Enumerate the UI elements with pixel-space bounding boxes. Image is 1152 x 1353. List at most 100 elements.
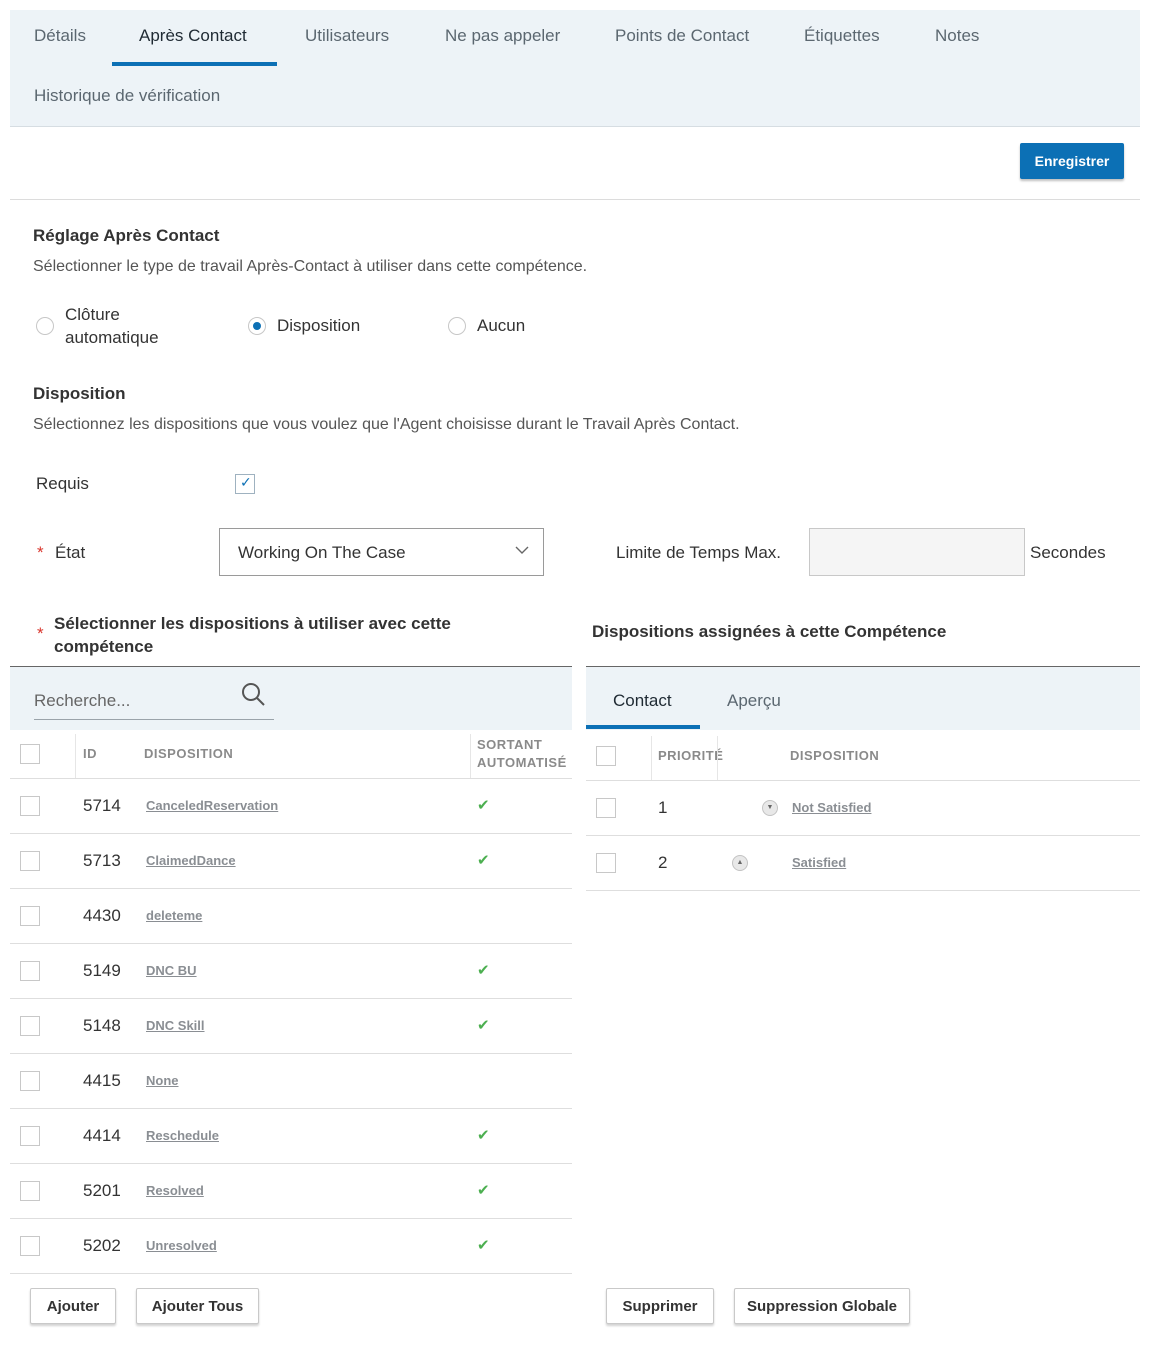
assigned-disposition-link[interactable]: Satisfied bbox=[792, 855, 846, 870]
row-checkbox[interactable] bbox=[20, 1181, 40, 1201]
disposition-link[interactable]: Unresolved bbox=[146, 1238, 217, 1253]
row-checkbox[interactable] bbox=[20, 1236, 40, 1256]
tab-audit-history[interactable]: Historique de vérification bbox=[34, 86, 220, 106]
disposition-id: 5149 bbox=[83, 961, 121, 980]
check-icon: ✔ bbox=[477, 1126, 490, 1144]
row-divider bbox=[10, 778, 572, 779]
radio-none-label[interactable]: Aucun bbox=[477, 314, 525, 337]
assigned-disposition-link[interactable]: Not Satisfied bbox=[792, 800, 871, 815]
disposition-id: 4415 bbox=[83, 1071, 121, 1090]
row-checkbox[interactable] bbox=[596, 853, 616, 873]
available-select-all-checkbox[interactable] bbox=[20, 744, 40, 764]
column-header-auto-outbound[interactable]: SORTANT AUTOMATISÉ bbox=[477, 736, 567, 772]
required-label: Requis bbox=[36, 474, 89, 493]
assigned-tab-bar: Contact Aperçu bbox=[586, 666, 1140, 730]
radio-auto-close-label-line2: automatique bbox=[65, 328, 159, 347]
delete-button[interactable]: Supprimer bbox=[606, 1288, 714, 1324]
tab-contact[interactable]: Contact bbox=[613, 691, 672, 711]
disposition-id: 5713 bbox=[83, 851, 121, 870]
triangle-down-icon: ▼ bbox=[766, 804, 774, 811]
row-divider bbox=[586, 890, 1140, 891]
assigned-panel-title: Dispositions assignées à cette Compétenc… bbox=[592, 622, 947, 641]
disposition-link[interactable]: DNC Skill bbox=[146, 1018, 205, 1033]
move-up-icon[interactable]: ▲ bbox=[732, 855, 748, 871]
tab-contact-points[interactable]: Points de Contact bbox=[615, 26, 749, 46]
state-select[interactable]: Working On The Case bbox=[219, 528, 544, 576]
disposition-id: 4414 bbox=[83, 1126, 121, 1145]
priority-value: 1 bbox=[658, 798, 668, 817]
column-header-disposition[interactable]: DISPOSITION bbox=[144, 745, 233, 763]
add-all-button[interactable]: Ajouter Tous bbox=[136, 1288, 259, 1324]
state-select-value: Working On The Case bbox=[238, 543, 406, 562]
row-checkbox[interactable] bbox=[20, 1016, 40, 1036]
disposition-id: 5202 bbox=[83, 1236, 121, 1255]
row-divider bbox=[586, 835, 1140, 836]
add-button[interactable]: Ajouter bbox=[30, 1288, 116, 1324]
tab-after-contact[interactable]: Après Contact bbox=[139, 26, 247, 46]
available-search-bar bbox=[10, 666, 572, 730]
disposition-link[interactable]: Resolved bbox=[146, 1183, 204, 1198]
radio-disposition-label[interactable]: Disposition bbox=[277, 314, 360, 337]
row-divider bbox=[10, 1053, 572, 1054]
column-header-priority[interactable]: PRIORITÉ bbox=[658, 747, 723, 765]
active-subtab-indicator bbox=[586, 725, 700, 729]
check-icon: ✔ bbox=[477, 796, 490, 814]
delete-all-button[interactable]: Suppression Globale bbox=[734, 1288, 910, 1324]
disposition-id: 5201 bbox=[83, 1181, 121, 1200]
row-divider bbox=[10, 1108, 572, 1109]
tab-tags[interactable]: Étiquettes bbox=[804, 26, 880, 46]
disposition-link[interactable]: Reschedule bbox=[146, 1128, 219, 1143]
row-checkbox[interactable] bbox=[20, 1071, 40, 1091]
row-checkbox[interactable] bbox=[20, 851, 40, 871]
available-required-marker: * bbox=[37, 624, 44, 643]
required-marker: * bbox=[37, 543, 44, 562]
acw-section-title: Réglage Après Contact bbox=[33, 226, 220, 245]
row-checkbox[interactable] bbox=[20, 906, 40, 926]
check-icon: ✔ bbox=[477, 1236, 490, 1254]
disposition-id: 4430 bbox=[83, 906, 121, 925]
available-panel-title-line1: Sélectionner les dispositions à utiliser… bbox=[54, 614, 451, 633]
disposition-id: 5714 bbox=[83, 796, 121, 815]
column-header-assigned-disposition[interactable]: DISPOSITION bbox=[790, 747, 879, 765]
max-time-label: Limite de Temps Max. bbox=[616, 543, 782, 562]
disposition-section-description: Sélectionnez les dispositions que vous v… bbox=[33, 416, 740, 433]
check-icon: ✔ bbox=[477, 1016, 490, 1034]
radio-auto-close-label-line1: Clôture bbox=[65, 305, 120, 324]
max-time-unit: Secondes bbox=[1030, 543, 1106, 562]
tab-do-not-call[interactable]: Ne pas appeler bbox=[445, 26, 560, 46]
column-header-id[interactable]: ID bbox=[83, 745, 97, 763]
search-icon[interactable] bbox=[240, 681, 266, 707]
assigned-select-all-checkbox[interactable] bbox=[596, 746, 616, 766]
tab-users[interactable]: Utilisateurs bbox=[305, 26, 389, 46]
disposition-section-title: Disposition bbox=[33, 384, 126, 403]
radio-none[interactable] bbox=[448, 317, 466, 335]
tab-preview[interactable]: Aperçu bbox=[727, 691, 781, 711]
radio-auto-close-label[interactable]: Clôture automatique bbox=[65, 303, 159, 349]
tab-details[interactable]: Détails bbox=[34, 26, 86, 46]
max-time-input[interactable] bbox=[809, 528, 1025, 576]
column-header-auto-outbound-line2: AUTOMATISÉ bbox=[477, 755, 567, 770]
tab-notes[interactable]: Notes bbox=[935, 26, 979, 46]
row-divider bbox=[10, 1273, 572, 1274]
column-separator bbox=[75, 734, 76, 778]
disposition-link[interactable]: CanceledReservation bbox=[146, 798, 278, 813]
available-panel-title-line2: compétence bbox=[54, 637, 154, 656]
disposition-link[interactable]: DNC BU bbox=[146, 963, 197, 978]
row-checkbox[interactable] bbox=[20, 1126, 40, 1146]
row-checkbox[interactable] bbox=[20, 961, 40, 981]
disposition-id: 5148 bbox=[83, 1016, 121, 1035]
required-checkbox[interactable] bbox=[235, 474, 255, 494]
available-panel-title: Sélectionner les dispositions à utiliser… bbox=[54, 612, 451, 658]
radio-disposition[interactable] bbox=[248, 317, 266, 335]
disposition-link[interactable]: deleteme bbox=[146, 908, 202, 923]
row-divider bbox=[10, 1163, 572, 1164]
radio-auto-close[interactable] bbox=[36, 317, 54, 335]
row-checkbox[interactable] bbox=[20, 796, 40, 816]
save-button[interactable]: Enregistrer bbox=[1020, 143, 1124, 179]
check-icon: ✔ bbox=[477, 1181, 490, 1199]
disposition-link[interactable]: None bbox=[146, 1073, 179, 1088]
row-checkbox[interactable] bbox=[596, 798, 616, 818]
disposition-link[interactable]: ClaimedDance bbox=[146, 853, 236, 868]
move-down-icon[interactable]: ▼ bbox=[762, 800, 778, 816]
search-input[interactable] bbox=[34, 682, 274, 720]
